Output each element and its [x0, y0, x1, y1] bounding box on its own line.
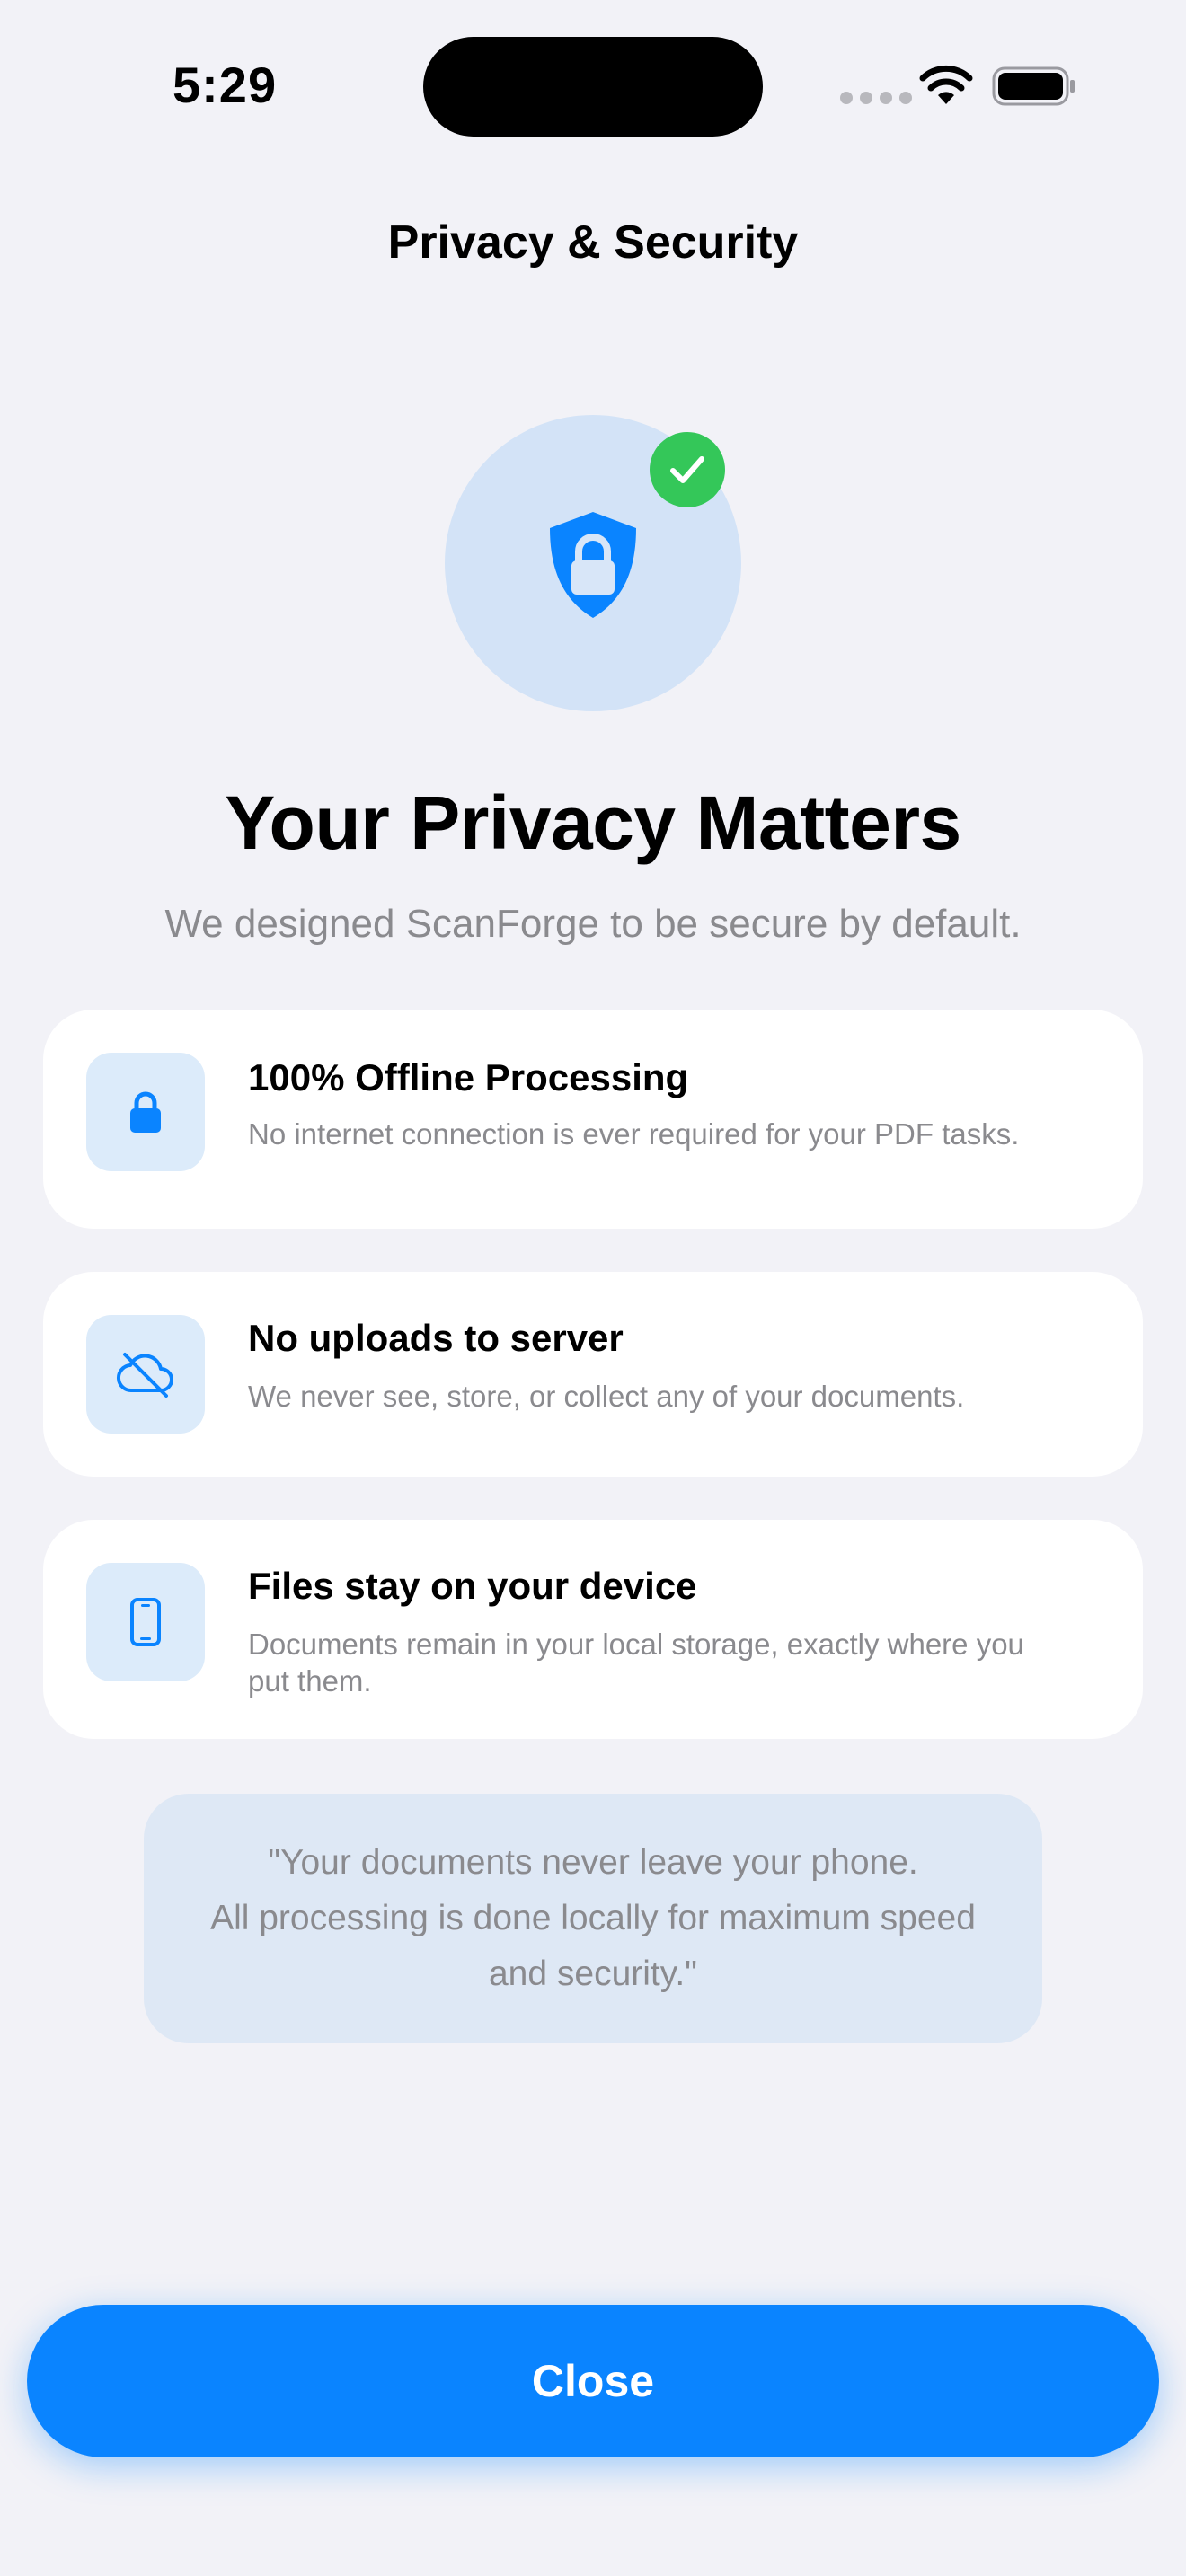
- dynamic-island: [423, 37, 763, 137]
- feature-icon-container: [86, 1315, 205, 1434]
- checkmark-icon: [670, 456, 704, 483]
- wifi-icon: [919, 65, 973, 104]
- battery-icon: [992, 66, 1075, 106]
- phone-icon: [130, 1598, 161, 1646]
- feature-description: We never see, store, or collect any of y…: [248, 1380, 965, 1413]
- feature-title: No uploads to server: [248, 1317, 624, 1359]
- cloud-off-icon: [116, 1353, 173, 1398]
- feature-description: Documents remain in your local storage, …: [248, 1628, 1024, 1698]
- feature-title: 100% Offline Processing: [248, 1056, 689, 1098]
- headline: Your Privacy Matters: [225, 781, 961, 865]
- feature-card-offline: 100% Offline Processing No internet conn…: [43, 1010, 1143, 1229]
- feature-icon-container: [86, 1563, 205, 1681]
- nav-title: Privacy & Security: [387, 216, 799, 269]
- feature-card-no-uploads: No uploads to server We never see, store…: [43, 1272, 1143, 1477]
- quote-text: "Your documents never leave your phone. …: [210, 1843, 976, 1993]
- privacy-security-screen: 5:29 Privacy & Security Your Privacy Mat…: [0, 0, 1186, 2576]
- status-time: 5:29: [173, 57, 278, 113]
- shield-lock-icon: [550, 512, 636, 618]
- feature-title: Files stay on your device: [248, 1565, 697, 1607]
- close-button[interactable]: Close: [27, 2305, 1159, 2457]
- feature-card-on-device: Files stay on your device Documents rema…: [43, 1520, 1143, 1739]
- verified-badge: [650, 432, 725, 507]
- lock-icon: [130, 1091, 161, 1133]
- feature-description: No internet connection is ever required …: [248, 1117, 1020, 1151]
- cellular-signal-icon: [840, 92, 912, 104]
- feature-icon-container: [86, 1053, 205, 1171]
- subheadline: We designed ScanForge to be secure by de…: [164, 902, 1022, 946]
- privacy-quote: "Your documents never leave your phone. …: [144, 1794, 1042, 2043]
